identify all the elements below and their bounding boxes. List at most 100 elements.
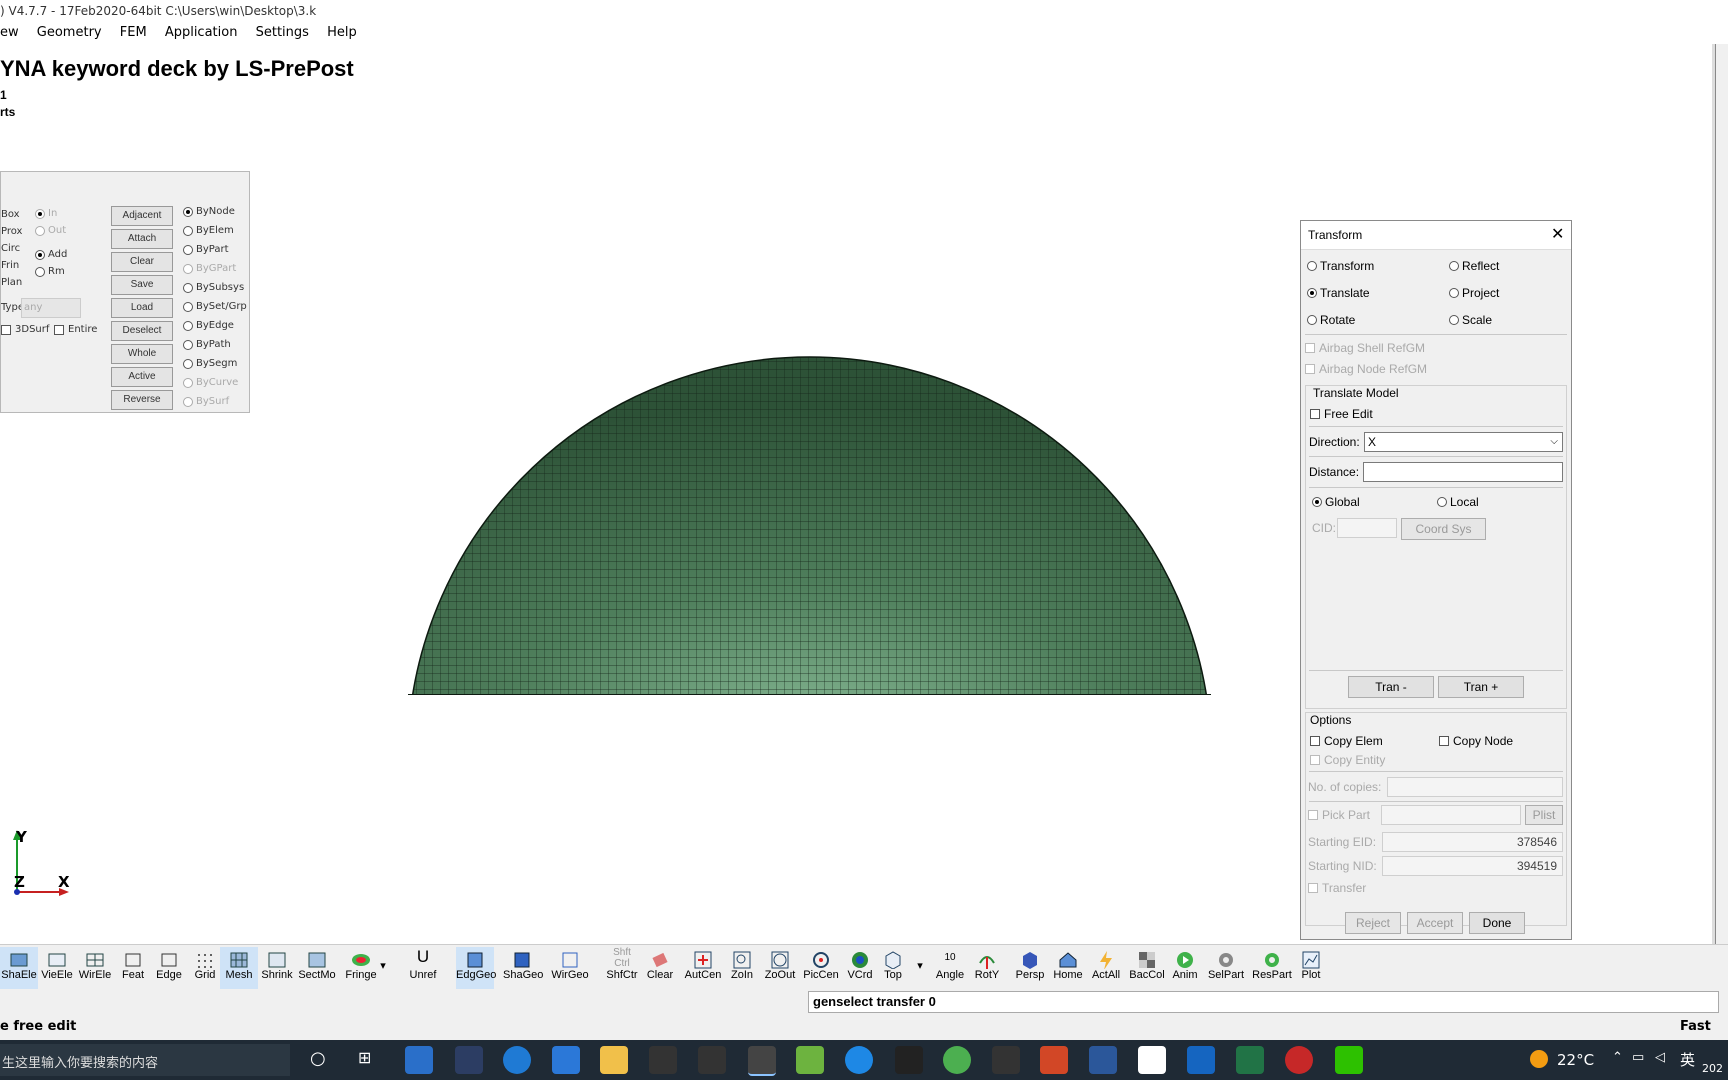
- wirgeo-button[interactable]: WirGeo: [551, 947, 589, 989]
- grid-button[interactable]: Grid: [186, 947, 224, 989]
- menu-application[interactable]: Application: [165, 25, 238, 40]
- select-box-label[interactable]: Box: [1, 209, 20, 220]
- vieele-button[interactable]: VieEle: [38, 947, 76, 989]
- menu-settings[interactable]: Settings: [256, 25, 309, 40]
- pick-part-input[interactable]: [1381, 805, 1521, 825]
- radio-add[interactable]: Add: [35, 249, 67, 260]
- mode-scale[interactable]: Scale: [1449, 313, 1492, 327]
- tran-minus-button[interactable]: Tran -: [1348, 676, 1434, 698]
- radio-bysubsys[interactable]: BySubsys: [183, 282, 244, 293]
- powerpoint-icon[interactable]: [1040, 1046, 1068, 1074]
- radio-bygpart[interactable]: ByGPart: [183, 263, 236, 274]
- close-icon[interactable]: ✕: [1551, 224, 1564, 244]
- radio-out[interactable]: Out: [35, 225, 66, 236]
- taskbar-search[interactable]: 生这里输入你要搜索的内容: [0, 1044, 290, 1076]
- autcen-button[interactable]: AutCen: [683, 947, 723, 989]
- tran-plus-button[interactable]: Tran +: [1438, 676, 1524, 698]
- feat-button[interactable]: Feat: [114, 947, 152, 989]
- select-circ-label[interactable]: Circ: [1, 243, 20, 254]
- green-app-icon[interactable]: [943, 1046, 971, 1074]
- radio-local[interactable]: Local: [1437, 495, 1479, 509]
- plot-button[interactable]: Plot: [1292, 947, 1330, 989]
- deselect-button[interactable]: Deselect: [111, 321, 173, 341]
- actall-button[interactable]: ActAll: [1087, 947, 1125, 989]
- app-icon[interactable]: [455, 1046, 483, 1074]
- copy-node-checkbox[interactable]: Copy Node: [1439, 734, 1513, 748]
- zy-app-icon[interactable]: [1138, 1046, 1166, 1074]
- radio-byelem[interactable]: ByElem: [183, 225, 234, 236]
- persp-button[interactable]: Persp: [1011, 947, 1049, 989]
- cad-app-icon[interactable]: [796, 1046, 824, 1074]
- adjacent-button[interactable]: Adjacent: [111, 206, 173, 226]
- distance-input[interactable]: [1363, 462, 1563, 482]
- menu-geometry[interactable]: Geometry: [37, 25, 102, 40]
- copy-elem-checkbox[interactable]: Copy Elem: [1310, 734, 1383, 748]
- cortana-icon[interactable]: ○: [310, 1048, 326, 1069]
- shrink-button[interactable]: Shrink: [258, 947, 296, 989]
- mesh-button[interactable]: Mesh: [220, 947, 258, 989]
- edge-browser-icon[interactable]: [503, 1046, 531, 1074]
- hemisphere-mesh[interactable]: [400, 289, 1230, 709]
- radio-global[interactable]: Global: [1312, 495, 1360, 509]
- network-icon[interactable]: ▭: [1632, 1050, 1644, 1065]
- load-button[interactable]: Load: [111, 298, 173, 318]
- edggeo-button[interactable]: EdgGeo: [456, 947, 496, 989]
- shaele-button[interactable]: ShaEle: [0, 947, 38, 989]
- select-prox-label[interactable]: Prox: [1, 226, 22, 237]
- clear-view-button[interactable]: Clear: [641, 947, 679, 989]
- menu-view[interactable]: ew: [0, 25, 19, 40]
- select-plan-label[interactable]: Plan: [1, 277, 22, 288]
- tray-chevron-icon[interactable]: ⌃: [1612, 1050, 1623, 1065]
- type-select[interactable]: any: [21, 298, 81, 318]
- radio-bysetgrp[interactable]: BySet/Grp: [183, 301, 247, 312]
- reverse-button[interactable]: Reverse: [111, 390, 173, 410]
- attach-button[interactable]: Attach: [111, 229, 173, 249]
- select-frin-label[interactable]: Frin: [1, 260, 19, 271]
- coord-sys-button[interactable]: Coord Sys: [1401, 518, 1486, 540]
- top-view-button[interactable]: Top: [874, 947, 912, 989]
- unref-button[interactable]: U Unref: [404, 947, 442, 989]
- checkbox-3dsurf[interactable]: 3DSurf: [1, 324, 49, 335]
- free-edit-checkbox[interactable]: Free Edit: [1310, 407, 1373, 421]
- radio-bynode[interactable]: ByNode: [183, 206, 235, 217]
- task-view-icon[interactable]: ⊞: [358, 1048, 371, 1067]
- pick-part-checkbox[interactable]: Pick Part: [1308, 808, 1370, 822]
- shageo-button[interactable]: ShaGeo: [503, 947, 543, 989]
- view-dropdown[interactable]: ▾: [910, 947, 930, 989]
- airbag-node-checkbox[interactable]: Airbag Node RefGM: [1305, 362, 1427, 376]
- fringe-dropdown[interactable]: ▾: [373, 947, 393, 989]
- radio-rm[interactable]: Rm: [35, 266, 65, 277]
- shfctr-button[interactable]: Shft Ctrl ShfCtr: [603, 947, 641, 989]
- file-explorer-icon[interactable]: [600, 1046, 628, 1074]
- radio-bysurf[interactable]: BySurf: [183, 396, 229, 407]
- excel-icon[interactable]: [1236, 1046, 1264, 1074]
- home-button[interactable]: Home: [1049, 947, 1087, 989]
- reject-button[interactable]: Reject: [1345, 912, 1401, 934]
- starting-nid-input[interactable]: 394519: [1382, 856, 1563, 876]
- mode-reflect[interactable]: Reflect: [1449, 259, 1499, 273]
- browser-icon[interactable]: [845, 1046, 873, 1074]
- autodyn-icon[interactable]: [698, 1046, 726, 1074]
- whole-button[interactable]: Whole: [111, 344, 173, 364]
- done-button[interactable]: Done: [1469, 912, 1525, 934]
- angle-button[interactable]: 10 Angle: [931, 947, 969, 989]
- direction-select[interactable]: X ⌵: [1364, 432, 1563, 452]
- mail-icon[interactable]: [552, 1046, 580, 1074]
- weather-icon[interactable]: [1530, 1050, 1548, 1068]
- fluent-icon[interactable]: [895, 1046, 923, 1074]
- radio-bypath[interactable]: ByPath: [183, 339, 231, 350]
- accept-button[interactable]: Accept: [1407, 912, 1463, 934]
- menu-fem[interactable]: FEM: [120, 25, 147, 40]
- radio-bycurve[interactable]: ByCurve: [183, 377, 238, 388]
- respart-button[interactable]: ResPart: [1250, 947, 1294, 989]
- edge-button[interactable]: Edge: [150, 947, 188, 989]
- mode-project[interactable]: Project: [1449, 286, 1499, 300]
- transform-titlebar[interactable]: Transform ✕: [1301, 221, 1571, 250]
- en-app-icon[interactable]: [1187, 1046, 1215, 1074]
- mode-transform[interactable]: Transform: [1307, 259, 1374, 273]
- input-language[interactable]: 英: [1680, 1049, 1695, 1070]
- plist-button[interactable]: Plist: [1525, 805, 1563, 825]
- copies-input[interactable]: [1387, 777, 1563, 797]
- mode-rotate[interactable]: Rotate: [1307, 313, 1355, 327]
- starting-eid-input[interactable]: 378546: [1382, 832, 1563, 852]
